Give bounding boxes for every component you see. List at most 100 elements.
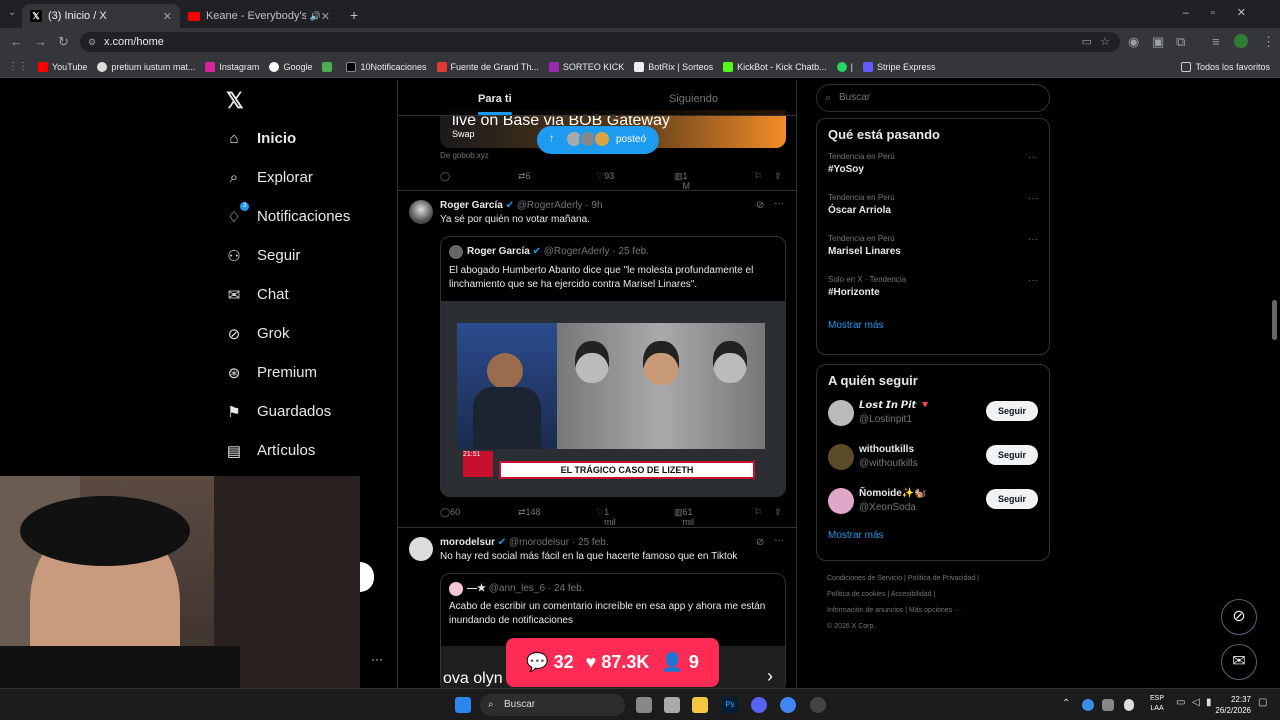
like-button[interactable]: ♡ 1 mil (596, 507, 616, 527)
close-icon[interactable]: ✕ (321, 10, 330, 23)
media-icon[interactable]: ≡ (1212, 34, 1220, 49)
follow-button[interactable]: Seguir (986, 401, 1038, 421)
avatar[interactable] (409, 537, 433, 561)
retweet-button[interactable]: ⇄ 6 (518, 171, 531, 182)
new-tab-icon[interactable]: + (350, 7, 358, 23)
more-icon[interactable]: ··· (774, 535, 784, 546)
author-handle[interactable]: @morodelsur · 25 feb. (509, 537, 609, 548)
trend-item[interactable]: Tendencia en Perú Marisel Linares ··· (828, 234, 1038, 275)
bookmark-google[interactable]: Google (269, 61, 312, 72)
photoshop-icon[interactable]: Ps (722, 697, 738, 713)
bookmark-botrix[interactable]: BotRix | Sorteos (634, 61, 713, 72)
menu-icon[interactable]: ⋮ (1262, 34, 1275, 50)
grok-float-button[interactable]: ⊘ (1221, 599, 1257, 635)
start-icon[interactable] (455, 697, 471, 713)
footer-link[interactable]: Información de anuncios (827, 607, 903, 614)
bookmark-color[interactable] (322, 61, 336, 72)
messages-float-button[interactable]: ✉ (1221, 644, 1257, 680)
discord-icon[interactable] (751, 697, 767, 713)
extension-icon[interactable]: ▣ (1152, 34, 1164, 50)
nav-item-articulos[interactable]: ▤ Artículos (225, 431, 395, 470)
more-icon[interactable]: ··· (1028, 234, 1038, 245)
follow-suggestion[interactable]: 𝙇𝙤𝙨𝙩 𝙄𝙣 𝙋𝙞𝙩 🔻 @Lostinpit1 Seguir (828, 398, 1038, 442)
reply-icon[interactable]: ◯ (440, 171, 450, 182)
bookmark-stripe[interactable]: Stripe Express (863, 61, 936, 72)
follow-suggestion[interactable]: withoutkills @withoutkills Seguir (828, 442, 1038, 486)
grok-icon[interactable]: ⊘ (756, 200, 764, 211)
nav-item-premium[interactable]: ⊛ Premium (225, 353, 395, 392)
page-scrollbar[interactable] (1272, 300, 1277, 340)
tab-para-ti[interactable]: Para ti (478, 93, 512, 105)
forward-icon[interactable]: → (34, 34, 47, 49)
x-logo-icon[interactable]: 𝕏 (226, 88, 244, 114)
tray-chevron-icon[interactable]: ⌃ (1062, 698, 1070, 709)
window-controls[interactable]: –▫✕ (1183, 6, 1268, 19)
grok-icon[interactable]: ⊘ (756, 537, 764, 548)
new-posts-pill[interactable]: ↑ posteó (537, 126, 659, 154)
search-input[interactable]: ⌕ Buscar (816, 84, 1050, 112)
task-view-icon[interactable] (636, 697, 652, 713)
tray-icon[interactable] (1082, 699, 1094, 711)
follow-button[interactable]: Seguir (986, 445, 1038, 465)
views-button[interactable]: ▥ 1 M (674, 171, 690, 191)
tab-youtube[interactable]: Keane - Everybody's Chang 🔊 ✕ (180, 4, 338, 28)
volume-icon[interactable]: ◁ (1192, 697, 1200, 708)
bookmark-kickbot[interactable]: KickBot - Kick Chatb... (723, 61, 827, 72)
battery-icon[interactable]: ▮ (1206, 697, 1212, 708)
bookmark-icon[interactable]: ⚐ (754, 507, 762, 518)
apps-icon[interactable]: ⋮⋮ (8, 61, 28, 72)
microphone-icon[interactable] (1124, 699, 1134, 711)
author-name[interactable]: morodelsur (440, 537, 495, 548)
profile-avatar[interactable] (1234, 34, 1248, 48)
nav-item-chat[interactable]: ✉ Chat (225, 275, 395, 314)
chrome-icon[interactable] (780, 697, 796, 713)
close-icon[interactable]: ✕ (163, 10, 172, 23)
puzzle-icon[interactable]: ⧉ (1176, 34, 1185, 50)
bookmark-pretium[interactable]: pretium iustum mat... (97, 61, 195, 72)
more-icon[interactable]: ··· (1028, 152, 1038, 163)
footer-link[interactable]: Política de Privacidad (908, 575, 975, 582)
more-icon[interactable]: ··· (1028, 193, 1038, 204)
author-handle[interactable]: @RogerAderly · 9h (517, 200, 603, 211)
bookmark-instagram[interactable]: Instagram (205, 61, 259, 72)
tab-x-home[interactable]: 𝕏 (3) Inicio / X ✕ (22, 4, 180, 28)
star-icon[interactable]: ☆ (1100, 32, 1110, 52)
bookmark-sorteo-kick[interactable]: SORTEO KICK (548, 61, 624, 72)
url-field[interactable]: ⚙ x.com/home ▭ ☆ (80, 32, 1120, 52)
language-indicator[interactable]: ESP LAA (1150, 694, 1164, 714)
all-bookmarks[interactable]: Todos los favoritos (1181, 61, 1270, 72)
scroll-handle[interactable] (360, 562, 374, 592)
file-explorer-icon[interactable] (692, 697, 708, 713)
nav-item-grok[interactable]: ⊘ Grok (225, 314, 395, 353)
like-button[interactable]: ♡ 93 (596, 171, 614, 182)
site-info-icon[interactable]: ⚙ (88, 32, 96, 52)
quoted-tweet[interactable]: Roger García ✔ @RogerAderly · 25 feb. El… (440, 236, 786, 497)
bookmark-icon[interactable]: ⚐ (754, 171, 762, 182)
footer-link[interactable]: Accesibilidad (891, 591, 932, 598)
more-icon[interactable]: ··· (1028, 275, 1038, 286)
tray-icon[interactable] (1102, 699, 1114, 711)
tab-siguiendo[interactable]: Siguiendo (669, 93, 718, 105)
retweet-button[interactable]: ⇄ 148 (518, 507, 541, 518)
network-icon[interactable]: ▭ (1176, 697, 1185, 708)
trend-item[interactable]: Tendencia en Perú Óscar Arriola ··· (828, 193, 1038, 234)
follow-button[interactable]: Seguir (986, 489, 1038, 509)
tweet-roger-garcia[interactable]: Roger García ✔ @RogerAderly · 9h ⊘ ··· Y… (398, 191, 796, 528)
nav-item-inicio[interactable]: ⌂ Inicio (225, 119, 395, 158)
show-more-link[interactable]: Mostrar más (828, 320, 1038, 331)
avatar[interactable] (409, 200, 433, 224)
more-icon[interactable]: ··· (774, 198, 784, 209)
show-more-link[interactable]: Mostrar más (828, 530, 1038, 541)
back-icon[interactable]: ← (10, 34, 23, 49)
notification-icon[interactable]: ▢ (1258, 697, 1267, 708)
install-icon[interactable]: ▭ (1082, 32, 1092, 52)
obs-icon[interactable] (810, 697, 826, 713)
trend-item[interactable]: Solo en X · Tendencia #Horizonte ··· (828, 275, 1038, 316)
reply-button[interactable]: ◯ 60 (440, 507, 460, 518)
tab-search-icon[interactable]: ⌄ (8, 7, 16, 18)
nav-item-seguir[interactable]: ⚇ Seguir (225, 236, 395, 275)
bookmark-fuente[interactable]: Fuente de Grand Th... (436, 61, 539, 72)
footer-link[interactable]: Condiciones de Servicio (827, 575, 902, 582)
trend-item[interactable]: Tendencia en Perú #YoSoy ··· (828, 152, 1038, 193)
nav-item-notificaciones[interactable]: ♢ 3 Notificaciones (225, 197, 395, 236)
